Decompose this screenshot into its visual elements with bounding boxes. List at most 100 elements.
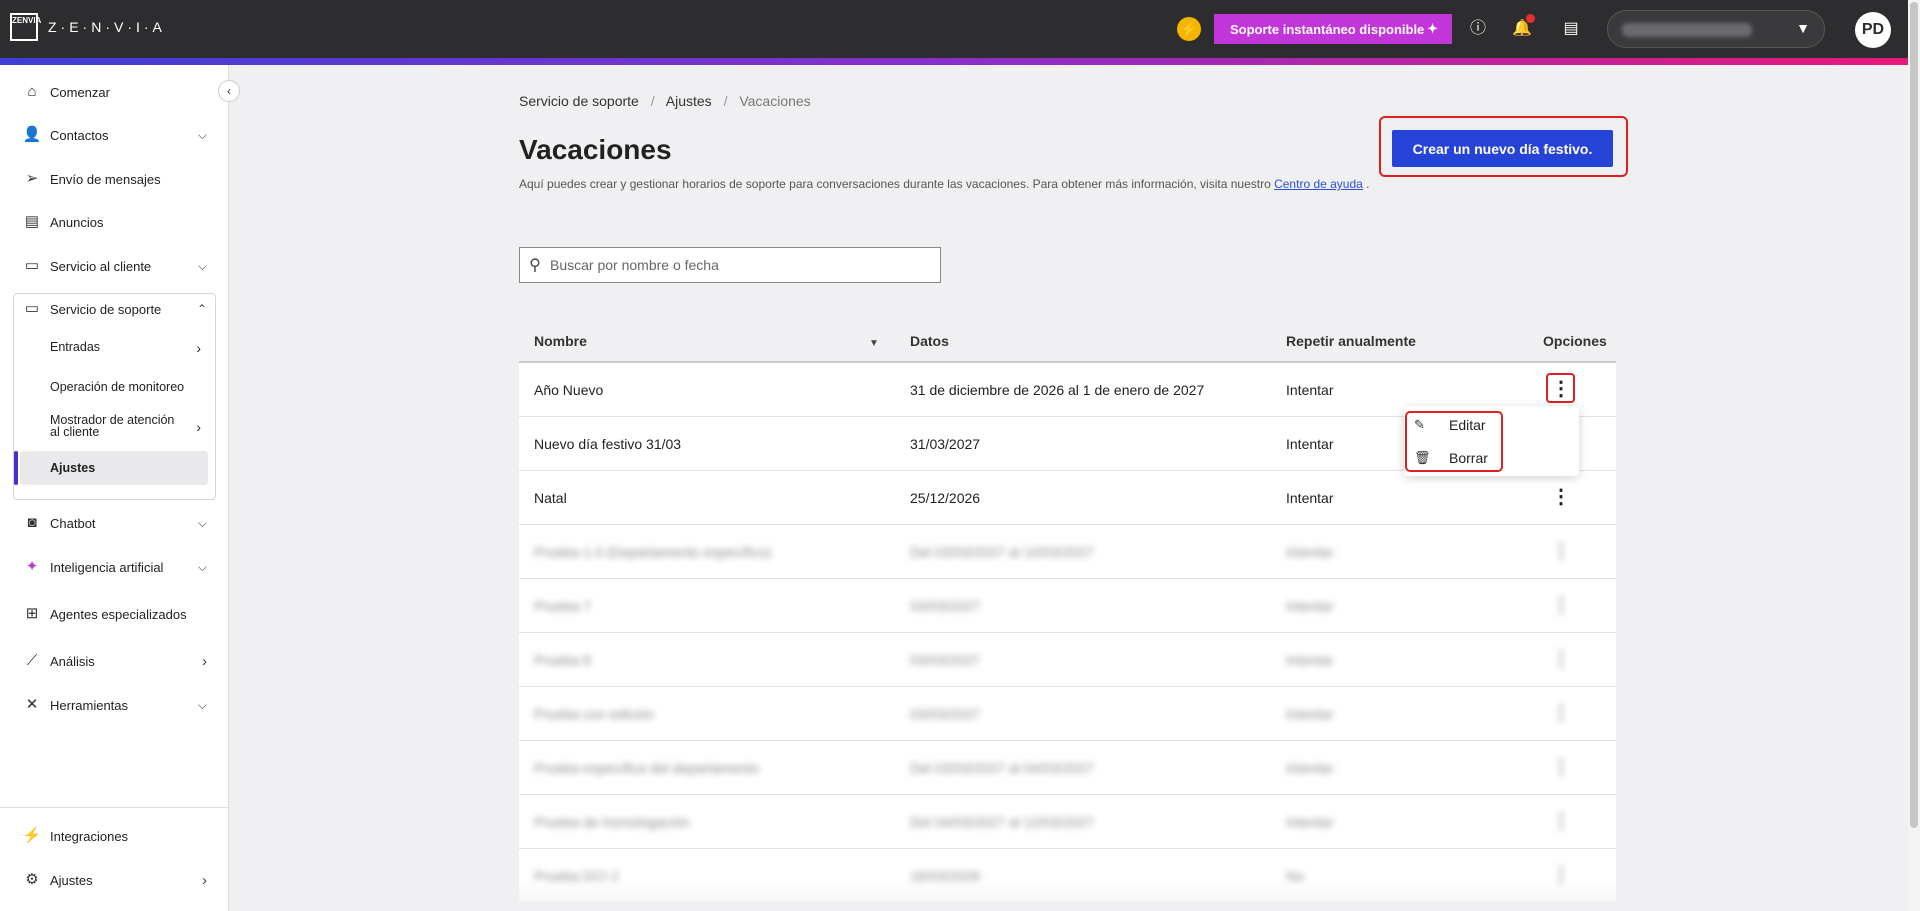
sidebar-item-label: Servicio de soporte	[50, 301, 162, 317]
scrollbar-thumb[interactable]	[1910, 2, 1918, 828]
account-selector[interactable]: ▼	[1607, 10, 1825, 48]
lightning-icon[interactable]: ⚡	[1177, 17, 1201, 41]
sparkle-icon: ✦	[25, 558, 39, 575]
person-icon: 👤	[22, 126, 42, 143]
zenvia-logo[interactable]: ZEN VIA Z·E·N·V·I·A	[10, 13, 166, 41]
breadcrumb-item[interactable]: Servicio de soporte	[519, 93, 639, 109]
cell-dates: Del 03/03/2027 al 10/03/2027	[910, 544, 1094, 560]
sidebar-item-label: Herramientas	[50, 697, 129, 713]
sidebar-item-label: Anuncios	[50, 214, 104, 230]
instant-support-label: Soporte instantáneo disponible	[1230, 21, 1425, 37]
chevron-right-icon: ›	[196, 419, 201, 435]
sidebar-subitem-operacion[interactable]: Operación de monitoreo	[0, 380, 229, 400]
more-options-icon[interactable]: ⋮	[1546, 537, 1576, 567]
sidebar-item-ia[interactable]: ✦ Inteligencia artificial ⌵	[0, 549, 229, 585]
cell-dates: 31/03/2027	[910, 436, 981, 452]
cell-repeat: Intentar	[1286, 490, 1334, 506]
table-row: Prueba 7 03/03/2027 Intentar ⋮	[519, 579, 1616, 633]
cell-dates: 03/03/2027	[910, 706, 981, 722]
sidebar-subitem-entradas[interactable]: Entradas ›	[0, 340, 229, 360]
create-holiday-button[interactable]: Crear un nuevo día festivo.	[1392, 130, 1613, 167]
sidebar-item-label: Servicio al cliente	[50, 258, 152, 274]
chevron-down-icon: ⌵	[197, 515, 207, 530]
sidebar-item-herramientas[interactable]: ✕ Herramientas ⌵	[0, 687, 229, 723]
chevron-down-icon: ⌵	[197, 697, 207, 712]
gear-icon: ⚙	[25, 871, 39, 888]
robot-icon: ◙	[27, 514, 37, 531]
logo-mark-top: ZEN	[12, 16, 28, 25]
more-options-icon[interactable]: ⋮	[1546, 591, 1576, 621]
table-row: Prueba 8 03/03/2027 Intentar ⋮	[519, 633, 1616, 687]
options-button-highlight	[1546, 373, 1575, 403]
logo-mark-bottom: VIA	[28, 16, 42, 25]
sidebar-subitem-mostrador[interactable]: Mostrador de atención al cliente ›	[0, 414, 229, 446]
breadcrumb: Servicio de soporte / Ajustes / Vacacion…	[519, 93, 811, 109]
sidebar-item-label: Análisis	[50, 653, 95, 669]
sidebar-item-analisis[interactable]: ⟋ Análisis ›	[0, 643, 229, 679]
chevron-right-icon: ›	[196, 340, 201, 356]
breadcrumb-item[interactable]: Ajustes	[666, 93, 712, 109]
lightning-icon: ⚡	[22, 827, 42, 844]
sidebar-divider	[0, 807, 229, 808]
search-field[interactable]: ⚲	[519, 247, 941, 283]
sidebar-item-chatbot[interactable]: ◙ Chatbot ⌵	[0, 505, 229, 541]
cell-repeat: Intentar	[1286, 760, 1334, 776]
more-options-icon[interactable]: ⋮	[1546, 807, 1576, 837]
more-options-icon[interactable]: ⋮	[1546, 753, 1576, 783]
inbox-icon[interactable]: ▤	[1560, 18, 1582, 40]
notification-dot	[1526, 14, 1535, 23]
chevron-up-icon: ⌃	[196, 302, 207, 316]
instant-support-button[interactable]: Soporte instantáneo disponible ✦	[1214, 14, 1452, 44]
top-bar: ZEN VIA Z·E·N·V·I·A ⚡ Soporte instantáne…	[0, 0, 1920, 58]
sidebar-item-label: Comenzar	[50, 84, 110, 100]
sort-down-icon[interactable]: ▼	[869, 338, 879, 349]
chevron-right-icon: ›	[202, 871, 207, 889]
cell-repeat: Intentar	[1286, 436, 1334, 452]
cell-name: Prueba específica del departamento	[534, 760, 759, 776]
sidebar-item-label: Integraciones	[50, 828, 129, 844]
column-header-nombre[interactable]: Nombre	[534, 333, 587, 349]
more-options-icon[interactable]: ⋮	[1546, 645, 1576, 675]
user-avatar[interactable]: PD	[1855, 12, 1891, 48]
help-center-link[interactable]: Centro de ayuda	[1274, 177, 1363, 191]
help-icon[interactable]: ⓘ	[1467, 18, 1489, 40]
search-input[interactable]	[550, 257, 930, 273]
send-icon: ➢	[25, 170, 39, 187]
home-icon: ⌂	[27, 83, 37, 100]
more-options-icon[interactable]: ⋮	[1546, 483, 1576, 513]
tools-icon: ✕	[25, 696, 39, 713]
sidebar-subitem-ajustes[interactable]: Ajustes	[0, 461, 229, 481]
sidebar-item-agentes[interactable]: ⊞ Agentes especializados	[0, 596, 229, 632]
document-icon: ▤	[24, 213, 40, 230]
sidebar-item-comenzar[interactable]: ⌂ Comenzar	[0, 74, 229, 110]
sidebar-item-servicio-cliente[interactable]: ▭ Servicio al cliente ⌵	[0, 248, 229, 284]
logo-mark: ZEN VIA	[10, 13, 42, 41]
cell-name: Prueba de homologación	[534, 814, 690, 830]
account-name-blurred	[1622, 23, 1752, 37]
chat-icon: ▭	[24, 257, 40, 274]
cell-dates: Del 03/03/2027 al 04/03/2027	[910, 760, 1094, 776]
column-header-opciones: Opciones	[1543, 333, 1607, 349]
sidebar: ⌂ Comenzar 👤 Contactos ⌵ ➢ Envío de mens…	[0, 65, 229, 911]
chevron-down-icon: ⌵	[197, 559, 207, 574]
ticket-icon: ▭	[24, 300, 40, 317]
search-icon: ⚲	[529, 257, 541, 274]
cell-repeat: Intentar	[1286, 544, 1334, 560]
sidebar-item-label: Ajustes	[50, 872, 93, 888]
more-options-icon[interactable]: ⋮	[1546, 699, 1576, 729]
sidebar-item-integraciones[interactable]: ⚡ Integraciones	[0, 818, 229, 854]
agents-icon: ⊞	[25, 605, 39, 622]
sidebar-item-ajustes[interactable]: ⚙ Ajustes ›	[0, 862, 229, 898]
sidebar-item-contactos[interactable]: 👤 Contactos ⌵	[0, 117, 229, 153]
table-row: Prueba de homologación Del 04/03/2027 al…	[519, 795, 1616, 849]
sidebar-item-envio[interactable]: ➢ Envío de mensajes	[0, 161, 229, 197]
sidebar-item-anuncios[interactable]: ▤ Anuncios	[0, 204, 229, 240]
sidebar-item-servicio-soporte[interactable]: ▭ Servicio de soporte ⌃	[0, 291, 229, 327]
cell-dates: 03/03/2027	[910, 598, 981, 614]
chevron-down-icon: ⌵	[197, 127, 207, 142]
chevron-right-icon: ›	[202, 652, 207, 670]
sidebar-item-label: Envío de mensajes	[50, 171, 161, 187]
cell-name: Prueba 8	[534, 652, 591, 668]
cell-dates: Del 04/03/2027 al 12/03/2027	[910, 814, 1094, 830]
collapse-sidebar-button[interactable]: ‹	[218, 80, 240, 102]
